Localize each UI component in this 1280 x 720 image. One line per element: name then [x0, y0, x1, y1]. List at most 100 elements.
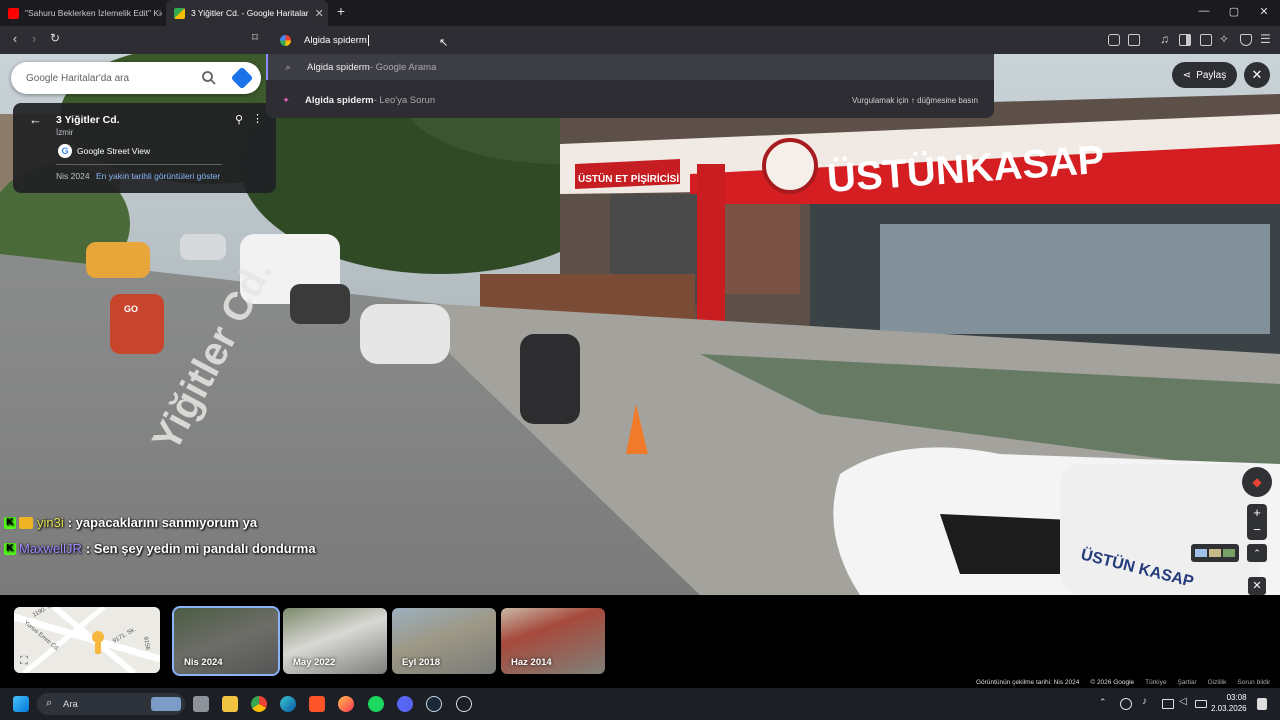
share-icon: ⋖ [1182, 69, 1192, 81]
edge-icon[interactable] [280, 696, 296, 712]
back-button[interactable]: ‹ [6, 31, 24, 46]
menu-icon[interactable]: ☰ [1260, 32, 1272, 46]
tab-kick[interactable]: "Sahuru Beklerken İzlemelik Edit" Kick [0, 0, 162, 26]
share-label: Paylaş [1196, 69, 1227, 81]
kick-badge-icon: K [4, 516, 16, 529]
vpn-shield-icon[interactable] [1240, 34, 1252, 46]
tray-app-icon[interactable] [1120, 698, 1132, 710]
minimap[interactable]: Yunus Emre Cd. 9171. Sk. 1190. Sk 9156 ⛶ [14, 607, 160, 673]
chat-username: yin3i [37, 515, 64, 530]
show-recent-imagery-link[interactable]: En yakın tarihli görüntüleri göster [96, 171, 220, 181]
suggestion-query: Algida spiderm [305, 94, 374, 106]
more-options-icon[interactable]: ⋮ [252, 112, 263, 125]
privacy-link[interactable]: Gizlilik [1208, 679, 1227, 686]
taskbar-search[interactable]: ⌕ Ara [37, 693, 185, 715]
omnibox-suggestions: ⌕ Algida spiderm - Google Arama ✦ Algida… [266, 54, 994, 118]
search-icon[interactable] [201, 70, 217, 86]
minimap-roads: Yunus Emre Cd. 9171. Sk. 1190. Sk 9156 [14, 607, 160, 673]
search-icon: ⌕ [46, 697, 53, 709]
notification-icon[interactable] [1257, 698, 1267, 710]
leo-icon: ✦ [282, 94, 290, 105]
search-icon: ⌕ [285, 61, 291, 72]
close-street-view-button[interactable]: ✕ [1244, 62, 1270, 88]
spotify-icon[interactable] [368, 696, 384, 712]
region-link[interactable]: Türkiye [1145, 679, 1166, 686]
firefox-icon[interactable] [338, 696, 354, 712]
chrome-icon[interactable] [251, 696, 267, 712]
capture-date-note: Görüntünün çekilme tarihi: Nis 2024 [976, 679, 1080, 686]
reload-button[interactable]: ↻ [46, 31, 64, 45]
satellite-layer-icon [1209, 549, 1221, 557]
settings-gear-icon[interactable] [456, 696, 472, 712]
tab-title: 3 Yiğitler Cd. - Google Haritalar [191, 8, 309, 18]
microphone-icon[interactable]: ♪ [1142, 696, 1147, 707]
place-title: 3 Yiğitler Cd. [56, 114, 120, 126]
pin-icon[interactable]: ⚲ [235, 113, 243, 126]
suggestion-ask-leo[interactable]: ✦ Algida spiderm - Leo'ya Sorun Vurgulam… [266, 87, 994, 113]
taskbar [0, 688, 1280, 720]
address-bar[interactable]: Algida spiderm ↖ [266, 27, 994, 53]
brave-icon[interactable] [309, 696, 325, 712]
maps-footer: Görüntünün çekilme tarihi: Nis 2024 © 20… [976, 679, 1270, 686]
leo-ai-icon[interactable]: ✧ [1219, 32, 1231, 46]
timeline-thumb-nis-2024[interactable]: Nis 2024 [172, 606, 280, 676]
steam-icon[interactable] [426, 696, 442, 712]
close-window-button[interactable]: ✕ [1254, 5, 1274, 18]
maps-search-box[interactable]: Google Haritalar'da ara [11, 62, 261, 94]
timeline-thumb-may-2022[interactable]: May 2022 [283, 608, 387, 674]
street-view-provider: G Google Street View [58, 144, 150, 158]
compass-icon[interactable]: ◆ [1242, 467, 1272, 497]
bookmark-icon[interactable]: ⌑ [246, 31, 264, 44]
google-maps-icon [174, 7, 185, 19]
expand-icon[interactable]: ⌃ [1247, 544, 1267, 562]
forward-button[interactable]: › [25, 31, 43, 46]
network-icon[interactable] [1162, 699, 1174, 709]
thumb-date: Nis 2024 [184, 657, 223, 668]
layers-toggle[interactable] [1191, 544, 1239, 562]
tab-google-maps[interactable]: 3 Yiğitler Cd. - Google Haritalar ✕ [166, 0, 328, 26]
directions-icon[interactable] [230, 66, 254, 90]
map-layer-icon [1195, 549, 1207, 557]
close-timeline-button[interactable]: ✕ [1248, 577, 1266, 595]
mouse-cursor-icon: ↖ [439, 37, 449, 49]
zoom-out-button[interactable]: − [1247, 522, 1267, 540]
maximize-button[interactable]: ▢ [1224, 5, 1244, 18]
sidebar-icon[interactable] [1179, 34, 1191, 46]
wallet-icon[interactable] [1200, 34, 1212, 46]
minimize-button[interactable]: — [1194, 5, 1214, 17]
chat-username: MaxwellJR [19, 541, 82, 556]
suggestion-suffix: - Google Arama [369, 61, 437, 73]
chat-text: : yapacaklarını sanmıyorum ya [67, 515, 258, 530]
timeline-thumb-eyl-2018[interactable]: Eyl 2018 [392, 608, 496, 674]
shop-subsign-text: ÜSTÜN ET PİŞİRİCİSİ [578, 172, 679, 185]
task-view-icon[interactable] [193, 696, 209, 712]
screenshot-icon[interactable] [1128, 34, 1140, 46]
tray-chevron-icon[interactable]: ⌃ [1099, 697, 1107, 708]
back-arrow-icon[interactable]: ← [29, 112, 42, 127]
text-caret [367, 34, 369, 46]
music-icon[interactable]: ♫ [1160, 32, 1172, 46]
extensions-icon[interactable] [1108, 34, 1120, 46]
search-highlight-icon [151, 697, 181, 711]
maps-search-input[interactable]: Google Haritalar'da ara [26, 73, 129, 84]
discord-icon[interactable] [397, 696, 413, 712]
new-tab-button[interactable]: + [331, 3, 351, 19]
suggestion-hint: Vurgulamak için ↑ düğmesine basın [852, 95, 978, 105]
volume-icon[interactable]: ◁ [1179, 696, 1187, 707]
report-problem-link[interactable]: Sorun bildir [1237, 679, 1270, 686]
battery-icon[interactable] [1195, 700, 1207, 708]
fullscreen-icon[interactable]: ⛶ [20, 655, 28, 668]
place-city: İzmir [56, 128, 74, 137]
file-explorer-icon[interactable] [222, 696, 238, 712]
close-tab-icon[interactable]: ✕ [309, 7, 324, 20]
thumb-date: May 2022 [293, 657, 336, 668]
taskbar-clock[interactable]: 03:08 2.03.2026 [1211, 692, 1247, 714]
zoom-in-button[interactable]: + [1247, 504, 1267, 522]
timeline-thumb-haz-2014[interactable]: Haz 2014 [501, 608, 605, 674]
suggestion-google-search[interactable]: ⌕ Algida spiderm - Google Arama [266, 54, 994, 80]
windows-start-icon[interactable] [13, 696, 29, 712]
terms-link[interactable]: Şartlar [1177, 679, 1196, 686]
share-button[interactable]: ⋖ Paylaş [1172, 62, 1237, 88]
place-info-card: ← 3 Yiğitler Cd. İzmir ⚲ ⋮ G Google Stre… [13, 103, 276, 193]
address-input[interactable]: Algida spiderm [304, 35, 367, 46]
